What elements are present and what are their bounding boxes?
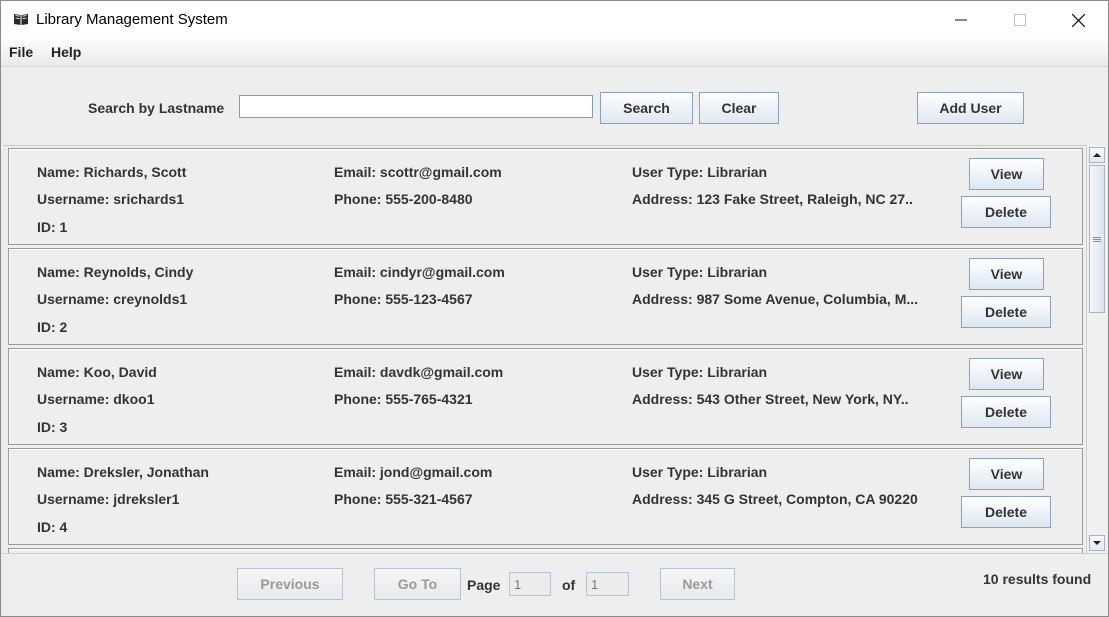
menu-bar: File Help: [1, 39, 1108, 67]
user-list: Name: Richards, Scott Username: srichard…: [3, 145, 1107, 553]
user-type: User Type: Librarian: [632, 464, 768, 480]
main-window: Library Management System File Help Sear…: [0, 0, 1109, 617]
user-type: User Type: Librarian: [632, 364, 768, 380]
arrow-down-icon: [1093, 541, 1101, 545]
user-username: Username: dkoo1: [37, 391, 155, 407]
user-address: Address: 345 G Street, Compton, CA 90220: [632, 491, 918, 507]
menu-file[interactable]: File: [9, 44, 33, 60]
maximize-button[interactable]: [997, 1, 1043, 39]
total-pages-field: [586, 572, 629, 596]
close-button[interactable]: [1055, 1, 1101, 39]
previous-button[interactable]: Previous: [237, 568, 343, 600]
user-email: Email: davdk@gmail.com: [334, 364, 504, 380]
goto-button[interactable]: Go To: [374, 568, 461, 600]
user-id: ID: 2: [37, 319, 68, 335]
pagination-bar: Previous Go To Page of Next 10 results f…: [1, 553, 1108, 616]
delete-button[interactable]: Delete: [961, 196, 1051, 228]
user-phone: Phone: 555-321-4567: [334, 491, 473, 507]
minimize-icon: [955, 19, 967, 21]
user-email: Email: scottr@gmail.com: [334, 164, 502, 180]
user-id: ID: 1: [37, 219, 68, 235]
user-phone: Phone: 555-123-4567: [334, 291, 473, 307]
user-address: Address: 123 Fake Street, Raleigh, NC 27…: [632, 191, 913, 207]
add-user-button[interactable]: Add User: [917, 92, 1024, 124]
user-email: Email: jond@gmail.com: [334, 464, 493, 480]
user-card: Name: Reynolds, Cindy Username: creynold…: [8, 248, 1083, 345]
user-type: User Type: Librarian: [632, 264, 768, 280]
grip-line: [1093, 237, 1101, 238]
delete-button[interactable]: Delete: [961, 496, 1051, 528]
user-name: Name: Reynolds, Cindy: [37, 264, 194, 280]
user-id: ID: 4: [37, 519, 68, 535]
page-number-input[interactable]: [509, 572, 551, 596]
search-input[interactable]: [239, 95, 593, 118]
results-count: 10 results found: [983, 571, 1092, 587]
user-type: User Type: Librarian: [632, 164, 768, 180]
vertical-scrollbar[interactable]: [1086, 145, 1107, 553]
user-username: Username: jdreksler1: [37, 491, 180, 507]
window-title: Library Management System: [36, 11, 228, 28]
user-card: Name: Dreksler, Jonathan Username: jdrek…: [8, 448, 1083, 545]
clear-button[interactable]: Clear: [699, 92, 779, 124]
view-button[interactable]: View: [969, 358, 1044, 390]
delete-button[interactable]: Delete: [961, 296, 1051, 328]
maximize-icon: [1014, 14, 1026, 26]
user-phone: Phone: 555-765-4321: [334, 391, 473, 407]
user-id: ID: 3: [37, 419, 68, 435]
search-label: Search by Lastname: [88, 100, 225, 116]
grip-line: [1093, 239, 1101, 240]
grip-line: [1093, 241, 1101, 242]
user-name: Name: Koo, David: [37, 364, 157, 380]
scroll-up-button[interactable]: [1089, 147, 1105, 163]
minimize-button[interactable]: [938, 1, 984, 39]
next-button[interactable]: Next: [660, 568, 735, 600]
view-button[interactable]: View: [969, 258, 1044, 290]
user-name: Name: Richards, Scott: [37, 164, 187, 180]
scroll-down-button[interactable]: [1089, 535, 1105, 551]
search-button[interactable]: Search: [600, 92, 693, 124]
close-icon: [1072, 14, 1085, 27]
user-phone: Phone: 555-200-8480: [334, 191, 473, 207]
of-label: of: [562, 577, 576, 593]
user-address: Address: 543 Other Street, New York, NY.…: [632, 391, 909, 407]
arrow-up-icon: [1093, 153, 1101, 157]
page-label: Page: [467, 577, 501, 593]
user-address: Address: 987 Some Avenue, Columbia, M...: [632, 291, 919, 307]
open-book-icon: [13, 12, 29, 26]
scroll-thumb[interactable]: [1089, 165, 1105, 313]
user-name: Name: Dreksler, Jonathan: [37, 464, 209, 480]
user-username: Username: creynolds1: [37, 291, 188, 307]
user-card: Name: Koo, David Username: dkoo1 ID: 3 E…: [8, 348, 1083, 445]
delete-button[interactable]: Delete: [961, 396, 1051, 428]
view-button[interactable]: View: [969, 158, 1044, 190]
user-email: Email: cindyr@gmail.com: [334, 264, 505, 280]
view-button[interactable]: View: [969, 458, 1044, 490]
user-card: Name: Richards, Scott Username: srichard…: [8, 148, 1083, 245]
menu-help[interactable]: Help: [51, 44, 81, 60]
user-username: Username: srichards1: [37, 191, 185, 207]
title-bar: Library Management System: [1, 1, 1108, 39]
